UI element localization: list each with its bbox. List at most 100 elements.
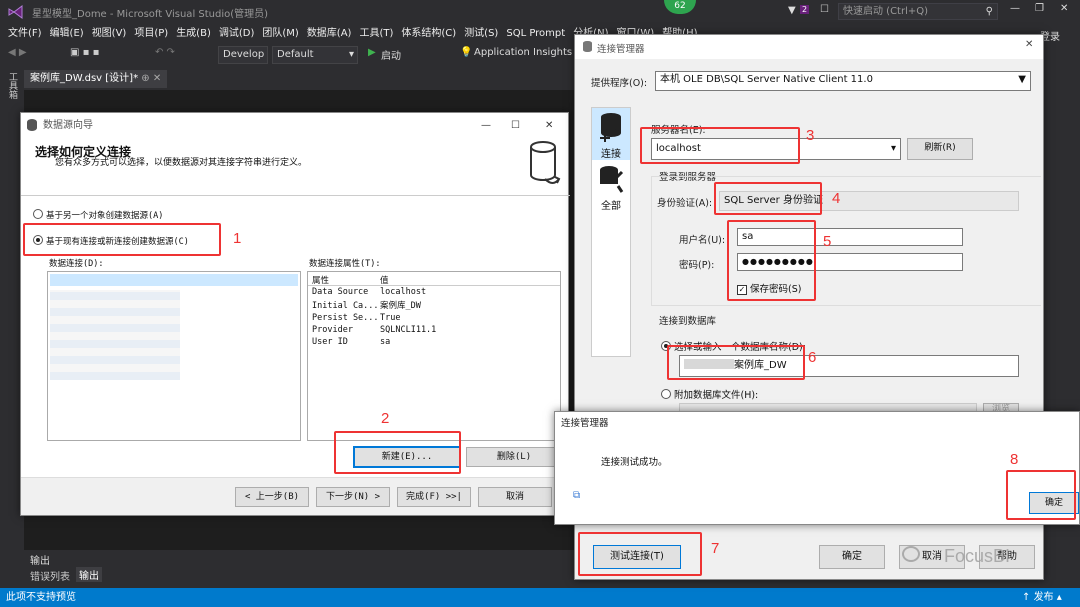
finish-button[interactable]: 完成(F) >>|: [397, 487, 471, 507]
start-button[interactable]: 启动: [381, 47, 401, 62]
tab-label: 案例库_DW.dsv [设计]*: [30, 73, 139, 84]
menu-item-0[interactable]: 文件(F): [8, 24, 42, 44]
property-row: User ID sa: [308, 336, 560, 348]
minimize-icon[interactable]: —: [481, 113, 491, 139]
side-nav: 连接 全部: [591, 107, 631, 357]
provider-select[interactable]: 本机 OLE DB\SQL Server Native Client 11.0 ▼: [655, 71, 1031, 91]
annotation-box-6: [667, 345, 805, 380]
menu-item-1[interactable]: 编辑(E): [50, 24, 84, 44]
nav-all-label: 全部: [601, 201, 621, 212]
annotation-number-8: 8: [1010, 451, 1019, 468]
copy-icon[interactable]: ⧉: [573, 490, 580, 501]
annotation-number-2: 2: [381, 410, 390, 427]
visual-studio-logo-icon: [8, 5, 23, 19]
database-wizard-icon: [530, 141, 561, 184]
search-icon: ⚲: [985, 6, 993, 17]
menu-item-8[interactable]: 工具(T): [359, 24, 393, 44]
back-button[interactable]: < 上一步(B): [235, 487, 309, 507]
properties-label: 数据连接属性(T):: [309, 259, 381, 269]
menu-item-4[interactable]: 生成(B): [176, 24, 211, 44]
publish-button[interactable]: ↑ 发布 ▴: [1022, 588, 1062, 607]
all-settings-icon: [600, 166, 624, 193]
notification-count: 2: [800, 5, 810, 14]
nav-connect[interactable]: 连接: [592, 108, 630, 160]
annotation-number-5: 5: [823, 233, 832, 250]
refresh-button[interactable]: 刷新(R): [907, 138, 973, 160]
database-group-title: 连接到数据库: [659, 316, 717, 327]
wechat-icon: [902, 546, 920, 562]
notification-badge[interactable]: 62: [664, 0, 696, 14]
menu-item-10[interactable]: 测试(S): [464, 24, 498, 44]
radio-another-object[interactable]: 基于另一个对象创建数据源(A): [33, 209, 163, 221]
annotation-number-4: 4: [832, 190, 841, 207]
property-row: Data Source localhost: [308, 286, 560, 298]
chevron-down-icon: ▾: [348, 49, 354, 60]
wizard-subtitle: 您有众多方式可以选择，以便数据源对其连接字符串进行定义。: [55, 158, 308, 168]
tab-output[interactable]: 输出: [76, 567, 102, 582]
close-icon[interactable]: ✕: [1025, 39, 1033, 50]
publish-label: 发布: [1033, 592, 1054, 603]
save-icons[interactable]: ▣ ▪ ▪: [70, 47, 99, 58]
property-value: localhost: [380, 287, 427, 297]
menu-item-2[interactable]: 视图(V): [92, 24, 127, 44]
wizard-window-title: 数据源向导: [43, 120, 93, 131]
radio-attach-file[interactable]: 附加数据库文件(H):: [661, 387, 758, 401]
cancel-button[interactable]: 取消: [478, 487, 552, 507]
property-row: Initial Ca...案例库_DW: [308, 298, 560, 312]
test-success-dialog: 连接管理器 连接测试成功。 ⧉ 确定: [554, 411, 1080, 525]
flag-icon[interactable]: ▼: [788, 5, 796, 16]
annotation-box-8: [1006, 470, 1076, 520]
menu-item-6[interactable]: 团队(M): [262, 24, 298, 44]
close-icon[interactable]: ✕: [545, 113, 553, 139]
property-key: Data Source: [312, 287, 369, 297]
database-icon: [583, 41, 592, 52]
tab-dsv-design[interactable]: 案例库_DW.dsv [设计]* ⊕ ✕: [24, 70, 168, 88]
ok-button[interactable]: 确定: [819, 545, 885, 569]
connections-list[interactable]: [47, 271, 301, 441]
close-tab-icon[interactable]: ✕: [153, 73, 161, 84]
delete-connection-button[interactable]: 删除(L): [466, 447, 562, 467]
undo-redo-icon[interactable]: ↶ ↷: [155, 47, 175, 58]
nav-all[interactable]: 全部: [592, 160, 630, 212]
menu-item-3[interactable]: 项目(P): [134, 24, 168, 44]
chevron-down-icon: ▼: [1018, 74, 1026, 85]
pin-icon[interactable]: ⊕: [141, 73, 149, 84]
annotation-box-7: [578, 532, 702, 576]
annotation-box-1: [23, 223, 221, 256]
database-icon: [27, 119, 37, 131]
provider-value: 本机 OLE DB\SQL Server Native Client 11.0: [660, 74, 873, 85]
maximize-icon[interactable]: ☐: [511, 113, 520, 139]
menu-item-7[interactable]: 数据库(A): [307, 24, 352, 44]
app-insights-button[interactable]: Application Insights: [474, 47, 572, 58]
auth-label: 身份验证(A):: [657, 198, 713, 209]
property-value: sa: [380, 337, 391, 347]
minimize-icon[interactable]: —: [1010, 3, 1020, 14]
property-key: Provider: [312, 325, 353, 335]
close-icon[interactable]: ✕: [1060, 3, 1068, 14]
menu-item-9[interactable]: 体系结构(C): [401, 24, 456, 44]
annotation-number-6: 6: [808, 349, 817, 366]
feedback-icon[interactable]: ☐: [820, 4, 829, 15]
restore-icon[interactable]: ❐: [1035, 3, 1044, 14]
start-icon[interactable]: ▶: [368, 47, 376, 58]
platform-combo[interactable]: Default ▾: [272, 46, 358, 64]
annotation-number-3: 3: [806, 127, 815, 144]
quick-launch-input[interactable]: 快速启动 (Ctrl+Q) ⚲: [838, 3, 998, 20]
chevron-down-icon: ▾: [890, 143, 896, 154]
list-item-selected[interactable]: [50, 274, 298, 286]
toolbox-tab[interactable]: 工具箱: [6, 72, 19, 99]
menu-item-11[interactable]: SQL Prompt: [506, 24, 565, 44]
annotation-number-7: 7: [711, 540, 720, 557]
property-row: Provider SQLNCLI11.1: [308, 324, 560, 336]
annotation-number-1: 1: [233, 230, 242, 247]
menu-item-5[interactable]: 调试(D): [219, 24, 255, 44]
vs-window-title: 星型模型_Dome - Microsoft Visual Studio(管理员): [32, 9, 269, 20]
next-button[interactable]: 下一步(N) >: [316, 487, 390, 507]
tab-error-list[interactable]: 错误列表: [30, 568, 70, 583]
back-forward-icon[interactable]: ◀ ▶: [8, 47, 27, 58]
radio-another-object-label: 基于另一个对象创建数据源(A): [46, 211, 164, 221]
msg-title: 连接管理器: [561, 418, 609, 429]
output-title: 输出: [30, 556, 50, 567]
data-source-wizard: 数据源向导 — ☐ ✕ 选择如何定义连接 您有众多方式可以选择，以便数据源对其连…: [20, 112, 570, 516]
configuration-combo[interactable]: Develop: [218, 46, 268, 64]
